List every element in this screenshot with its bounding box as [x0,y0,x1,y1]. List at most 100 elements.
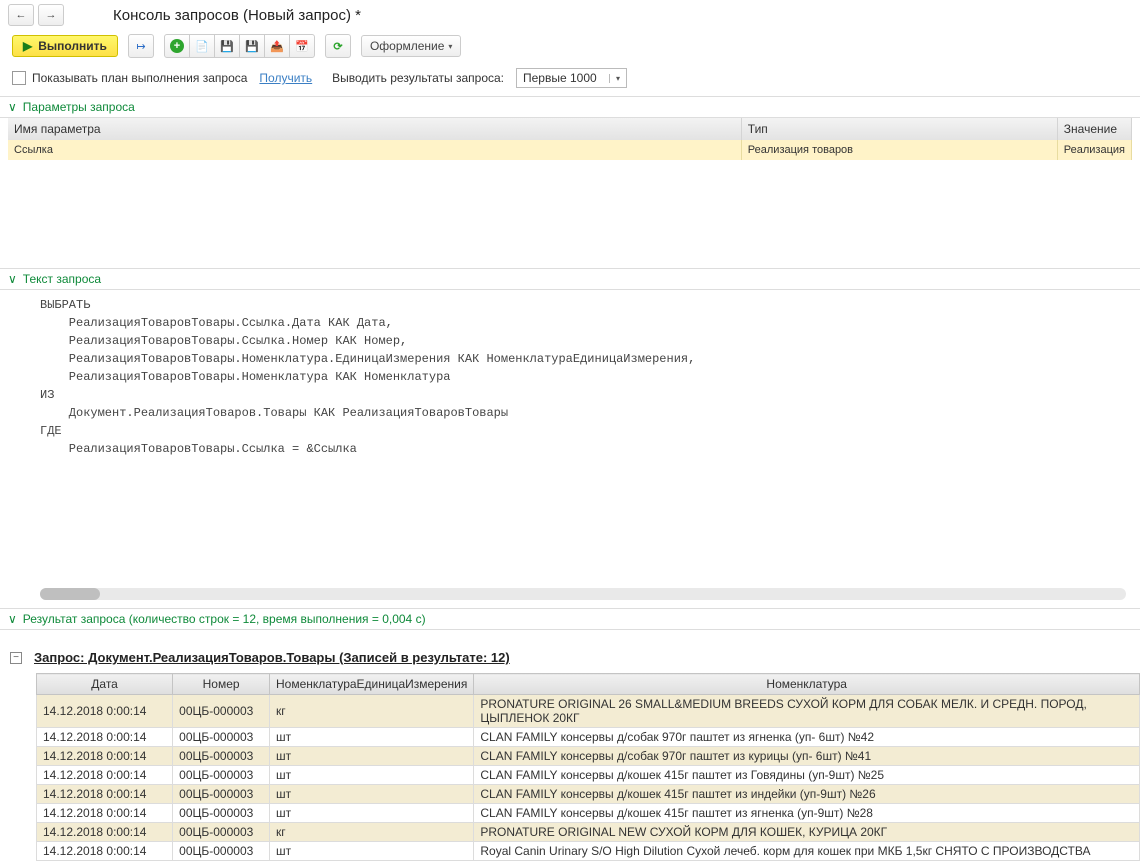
output-label: Выводить результаты запроса: [332,71,504,85]
save-as-icon: 💾 [245,40,259,53]
cell-number: 00ЦБ-000003 [173,747,270,766]
cell-date: 14.12.2018 0:00:14 [37,747,173,766]
cell-nom: PRONATURE ORIGINAL 26 SMALL&MEDIUM BREED… [474,695,1140,728]
plus-icon: + [170,39,184,53]
cell-number: 00ЦБ-000003 [173,823,270,842]
back-button[interactable]: ← [8,4,34,26]
result-section-title: Результат запроса (количество строк = 12… [23,612,426,626]
params-header-row: Имя параметра Тип Значение [8,118,1132,140]
chevron-down-icon: ∨ [8,612,17,626]
export-button[interactable]: 📤 [264,34,290,58]
window-title: Консоль запросов (Новый запрос) * [113,7,361,24]
save-as-button[interactable]: 💾 [239,34,265,58]
params-section-title: Параметры запроса [23,100,135,114]
table-row[interactable]: 14.12.2018 0:00:1400ЦБ-000003штCLAN FAMI… [37,747,1140,766]
query-section-title: Текст запроса [23,272,101,286]
save-button[interactable]: 💾 [214,34,240,58]
get-link[interactable]: Получить [259,71,312,85]
result-table: Дата Номер НоменклатураЕдиницаИзмерения … [36,673,1140,861]
export-icon: 📤 [270,40,284,53]
params-table: Имя параметра Тип Значение Ссылка Реализ… [8,118,1132,160]
col-number[interactable]: Номер [173,674,270,695]
cell-unit: шт [270,785,474,804]
grid-button[interactable]: 📅 [289,34,315,58]
table-row[interactable]: 14.12.2018 0:00:1400ЦБ-000003штCLAN FAMI… [37,804,1140,823]
cell-number: 00ЦБ-000003 [173,785,270,804]
forward-button[interactable]: → [38,4,64,26]
cell-nom: PRONATURE ORIGINAL NEW СУХОЙ КОРМ ДЛЯ КО… [474,823,1140,842]
params-row[interactable]: Ссылка Реализация товаров Реализация [8,140,1132,160]
table-row[interactable]: 14.12.2018 0:00:1400ЦБ-000003штCLAN FAMI… [37,766,1140,785]
refresh-button[interactable]: ⟳ [325,34,351,58]
param-value-cell: Реализация [1057,140,1131,160]
col-unit[interactable]: НоменклатураЕдиницаИзмерения [270,674,474,695]
col-date[interactable]: Дата [37,674,173,695]
table-row[interactable]: 14.12.2018 0:00:1400ЦБ-000003кгPRONATURE… [37,823,1140,842]
table-icon: 📅 [295,40,309,53]
show-plan-checkbox[interactable]: Показывать план выполнения запроса [12,71,247,85]
result-header-row: Дата Номер НоменклатураЕдиницаИзмерения … [37,674,1140,695]
format-button[interactable]: Оформление ▾ [361,35,462,57]
table-row[interactable]: 14.12.2018 0:00:1400ЦБ-000003кгPRONATURE… [37,695,1140,728]
query-text-area[interactable]: ВЫБРАТЬ РеализацияТоваровТовары.Ссылка.Д… [0,290,1140,468]
param-name-cell: Ссылка [8,140,741,160]
add-button[interactable]: + [164,34,190,58]
cell-nom: CLAN FAMILY консервы д/собак 970г паштет… [474,747,1140,766]
cell-date: 14.12.2018 0:00:14 [37,823,173,842]
cell-unit: шт [270,842,474,861]
cell-date: 14.12.2018 0:00:14 [37,766,173,785]
scrollbar-thumb[interactable] [40,588,100,600]
execute-button[interactable]: ▶ Выполнить [12,35,118,57]
cell-nom: CLAN FAMILY консервы д/кошек 415г паштет… [474,804,1140,823]
cell-date: 14.12.2018 0:00:14 [37,695,173,728]
cell-unit: кг [270,695,474,728]
col-nomenclature[interactable]: Номенклатура [474,674,1140,695]
params-empty-area [8,166,1132,258]
cell-date: 14.12.2018 0:00:14 [37,842,173,861]
cell-nom: Royal Canin Urinary S/O High Dilution Су… [474,842,1140,861]
cell-date: 14.12.2018 0:00:14 [37,785,173,804]
cell-number: 00ЦБ-000003 [173,728,270,747]
col-param-value[interactable]: Значение [1057,118,1131,140]
cell-unit: шт [270,804,474,823]
cell-number: 00ЦБ-000003 [173,695,270,728]
cell-number: 00ЦБ-000003 [173,842,270,861]
results-title: Запрос: Документ.РеализацияТоваров.Товар… [34,650,510,665]
result-section-header[interactable]: ∨ Результат запроса (количество строк = … [0,608,1140,630]
output-select-value: Первые 1000 [517,71,609,85]
cell-number: 00ЦБ-000003 [173,766,270,785]
cell-date: 14.12.2018 0:00:14 [37,804,173,823]
params-section-header[interactable]: ∨ Параметры запроса [0,96,1140,118]
output-select[interactable]: Первые 1000 ▾ [516,68,627,88]
col-param-name[interactable]: Имя параметра [8,118,741,140]
cell-nom: CLAN FAMILY консервы д/кошек 415г паштет… [474,766,1140,785]
checkbox-icon [12,71,26,85]
format-label: Оформление [370,39,444,53]
horizontal-scrollbar[interactable] [40,588,1126,600]
cell-unit: шт [270,766,474,785]
caret-down-icon: ▾ [448,42,452,51]
caret-down-icon: ▾ [609,74,626,83]
query-section-header[interactable]: ∨ Текст запроса [0,268,1140,290]
cell-nom: CLAN FAMILY консервы д/собак 970г паштет… [474,728,1140,747]
cell-unit: шт [270,728,474,747]
table-row[interactable]: 14.12.2018 0:00:1400ЦБ-000003штCLAN FAMI… [37,785,1140,804]
table-row[interactable]: 14.12.2018 0:00:1400ЦБ-000003штRoyal Can… [37,842,1140,861]
col-param-type[interactable]: Тип [741,118,1057,140]
chevron-down-icon: ∨ [8,100,17,114]
cell-date: 14.12.2018 0:00:14 [37,728,173,747]
cell-unit: кг [270,823,474,842]
execute-label: Выполнить [38,39,107,53]
show-plan-label: Показывать план выполнения запроса [32,71,247,85]
cell-number: 00ЦБ-000003 [173,804,270,823]
param-type-cell: Реализация товаров [741,140,1057,160]
table-row[interactable]: 14.12.2018 0:00:1400ЦБ-000003штCLAN FAMI… [37,728,1140,747]
open-button[interactable]: 📄 [189,34,215,58]
document-icon: 📄 [195,40,209,53]
results-expander[interactable]: − [10,652,22,664]
chevron-down-icon: ∨ [8,272,17,286]
step-button[interactable]: ↦ [128,34,154,58]
play-icon: ▶ [23,39,32,53]
cell-nom: CLAN FAMILY консервы д/кошек 415г паштет… [474,785,1140,804]
save-icon: 💾 [220,40,234,53]
